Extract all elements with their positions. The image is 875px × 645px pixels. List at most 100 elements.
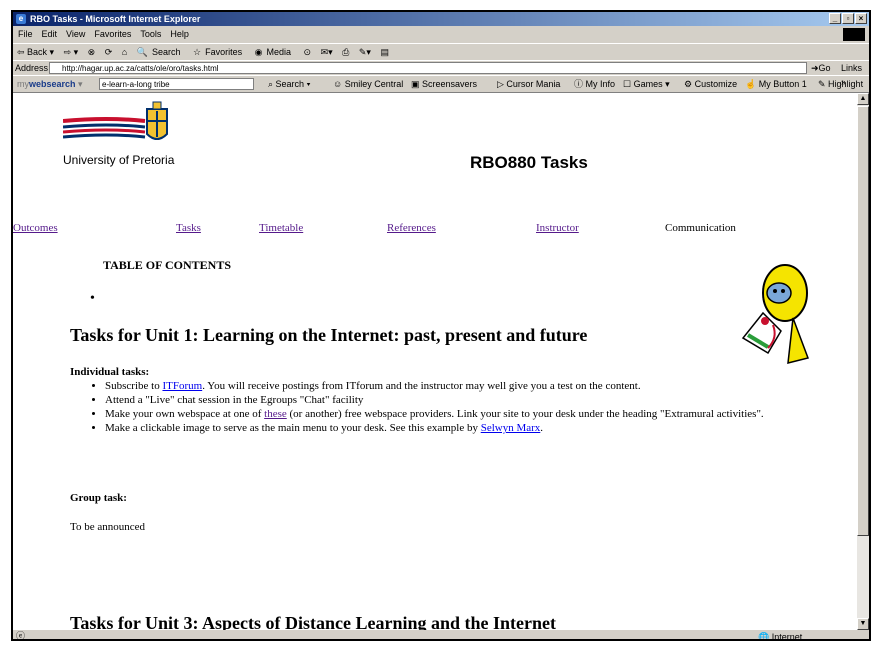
page-status-icon: ⓔ xyxy=(16,631,26,641)
page-content: University of Pretoria RBO880 Tasks Outc… xyxy=(13,93,857,630)
stop-icon[interactable]: ⊗ xyxy=(88,47,96,57)
menu-bar: File Edit View Favorites Tools Help xyxy=(13,27,869,42)
nav-outcomes[interactable]: Outcomes xyxy=(13,222,58,234)
internet-zone: 🌐 Internet xyxy=(758,632,803,641)
my-button-1[interactable]: ☝ My Button 1 xyxy=(745,76,807,92)
highlight-label: Highlight xyxy=(828,79,864,89)
university-logo xyxy=(63,101,168,140)
task-text: Subscribe to xyxy=(105,380,163,392)
nav-timetable[interactable]: Timetable xyxy=(259,222,303,234)
games-button[interactable]: ☐ Games ▾ xyxy=(623,76,670,92)
refresh-icon[interactable]: ⟳ xyxy=(105,47,113,57)
games-label: Games xyxy=(633,79,663,89)
home-icon[interactable]: ⌂ xyxy=(122,47,127,57)
nav-tasks[interactable]: Tasks xyxy=(176,222,201,234)
brand-prefix: my xyxy=(17,79,29,89)
favorites-button[interactable]: ☆ Favorites xyxy=(193,47,245,57)
discuss-icon[interactable]: ▤ xyxy=(380,47,389,57)
search-label: Search xyxy=(151,47,181,57)
customize-label: Customize xyxy=(694,79,738,89)
address-label: Address xyxy=(15,63,49,73)
media-label: Media xyxy=(266,47,291,57)
these-link[interactable]: these xyxy=(264,408,287,420)
menu-view[interactable]: View xyxy=(66,29,85,39)
task-text: . xyxy=(540,422,544,434)
favorites-label: Favorites xyxy=(205,47,243,57)
individual-tasks-heading: Individual tasks: xyxy=(70,366,150,378)
minimize-button[interactable]: _ xyxy=(829,13,841,24)
task-text: . You will receive postings from ITforum… xyxy=(202,380,641,392)
zone-label: Internet xyxy=(771,632,803,641)
media-button[interactable]: ◉ Media xyxy=(255,47,294,57)
unit1-heading: Tasks for Unit 1: Learning on the Intern… xyxy=(70,325,588,345)
cursor-mania-button[interactable]: ▷ Cursor Mania xyxy=(497,76,560,92)
screensavers-button[interactable]: ▣ Screensavers xyxy=(411,76,477,92)
go-button[interactable]: ➜Go xyxy=(811,61,831,75)
status-bar: ⓔ 🌐 Internet xyxy=(13,630,869,641)
list-item: Make your own webspace at one of these (… xyxy=(105,407,845,421)
scroll-down-icon[interactable]: ▼ xyxy=(857,618,869,630)
my-info-label: My Info xyxy=(585,79,616,89)
history-icon[interactable]: ⊙ xyxy=(304,47,312,57)
standard-toolbar: ⇦ Back ▾ ⇨ ▾ ⊗ ⟳ ⌂ 🔍 Search ☆ Favorites ◉ M… xyxy=(13,43,869,60)
window-title: RBO Tasks - Microsoft Internet Explorer xyxy=(30,14,201,24)
go-label: Go xyxy=(818,63,831,73)
cursor-mania-label: Cursor Mania xyxy=(506,79,561,89)
page-title: RBO880 Tasks xyxy=(470,153,588,172)
list-item: Make a clickable image to serve as the m… xyxy=(105,421,845,435)
websearch-search-button[interactable]: ⌕ Search ▾ xyxy=(268,76,310,92)
menu-tools[interactable]: Tools xyxy=(140,29,161,39)
vertical-scrollbar[interactable]: ▲ ▼ xyxy=(857,93,869,630)
search-button[interactable]: 🔍 Search xyxy=(137,47,184,57)
task-text: (or another) free webspace providers. Li… xyxy=(286,408,764,420)
browser-window: e RBO Tasks - Microsoft Internet Explorer… xyxy=(11,10,871,641)
task-text: Make your own webspace at one of xyxy=(105,408,265,420)
toc-bullet: • xyxy=(90,291,95,306)
highlight-button[interactable]: ✎ Highlight xyxy=(818,76,863,92)
unit3-heading: Tasks for Unit 3: Aspects of Distance Le… xyxy=(70,613,557,630)
group-task-text: To be announced xyxy=(70,521,145,533)
ie-icon: e xyxy=(16,14,26,24)
address-bar: Address http://hagar.up.ac.za/catts/ole/… xyxy=(13,60,869,87)
selwyn-marx-link[interactable]: Selwyn Marx xyxy=(481,422,541,434)
menu-favorites[interactable]: Favorites xyxy=(94,29,131,39)
nav-references[interactable]: References xyxy=(387,222,436,234)
screensavers-label: Screensavers xyxy=(422,79,478,89)
back-button[interactable]: ⇦ Back ▾ xyxy=(17,47,54,57)
list-item: Subscribe to ITForum. You will receive p… xyxy=(105,379,845,393)
student-computer-clipart xyxy=(741,264,809,364)
websearch-input[interactable]: e-learn-a-long tribe xyxy=(99,78,254,90)
nav-communication: Communication xyxy=(665,222,736,234)
edit-icon[interactable]: ✎▾ xyxy=(359,47,371,57)
task-text: Make a clickable image to serve as the m… xyxy=(105,422,481,434)
task-text: Attend a "Live" chat session in the Egro… xyxy=(105,394,364,406)
forward-button[interactable]: ⇨ ▾ xyxy=(64,47,79,57)
list-item: Attend a "Live" chat session in the Egro… xyxy=(105,393,845,407)
mail-icon[interactable]: ✉▾ xyxy=(321,47,333,57)
scroll-up-icon[interactable]: ▲ xyxy=(857,93,869,105)
individual-task-list: Subscribe to ITForum. You will receive p… xyxy=(73,379,845,435)
my-info-button[interactable]: ⓘ My Info xyxy=(574,76,615,92)
smiley-central-button[interactable]: ☺ Smiley Central xyxy=(333,76,403,92)
scroll-thumb[interactable] xyxy=(857,106,869,536)
maximize-button[interactable]: ▫ xyxy=(842,13,854,24)
group-task-heading: Group task: xyxy=(70,492,127,504)
brand-main: websearch xyxy=(29,79,76,89)
websearch-logo: mywebsearch ▾ xyxy=(17,79,83,89)
menu-help[interactable]: Help xyxy=(170,29,189,39)
print-icon[interactable]: ⎙ xyxy=(342,47,349,57)
title-bar: e RBO Tasks - Microsoft Internet Explorer… xyxy=(13,12,869,26)
my-button-1-label: My Button 1 xyxy=(758,79,807,89)
address-input[interactable]: http://hagar.up.ac.za/catts/ole/oro/task… xyxy=(49,62,807,74)
websearch-search-label: Search xyxy=(275,79,305,89)
table-of-contents-heading: TABLE OF CONTENTS xyxy=(103,258,232,272)
itforum-link[interactable]: ITForum xyxy=(162,380,202,392)
customize-button[interactable]: ⚙ Customize xyxy=(684,76,737,92)
nav-instructor[interactable]: Instructor xyxy=(536,222,579,234)
windows-logo-icon xyxy=(843,28,865,41)
menu-edit[interactable]: Edit xyxy=(42,29,58,39)
close-button[interactable]: × xyxy=(855,13,867,24)
university-name: University of Pretoria xyxy=(63,153,175,167)
websearch-toolbar: mywebsearch ▾ e-learn-a-long tribe ⌕ Sea… xyxy=(13,75,869,93)
menu-file[interactable]: File xyxy=(18,29,33,39)
